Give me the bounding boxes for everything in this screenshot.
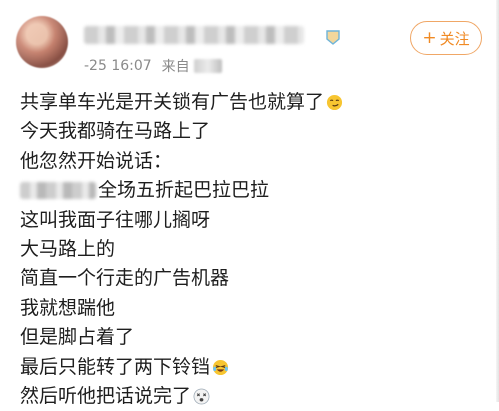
post-line-text: 但是脚占着了 bbox=[20, 326, 135, 349]
source-redacted bbox=[193, 59, 222, 73]
post-line: 共享单车光是开关锁有广告也就算了 bbox=[20, 88, 490, 117]
post-line: 然后听他把话说完了 bbox=[20, 382, 490, 411]
post-line-text: 他忽然开始说话： bbox=[20, 149, 173, 172]
follow-button-label: 关注 bbox=[439, 29, 470, 48]
post-line-text: 我就想踹他 bbox=[20, 296, 116, 319]
post-line: 但是脚占着了 bbox=[20, 323, 490, 352]
post-line-text: 大马路上的 bbox=[20, 237, 116, 260]
avatar[interactable] bbox=[16, 16, 68, 68]
post-line: 他忽然开始说话： bbox=[20, 147, 490, 176]
post-line-text: 共享单车光是开关锁有广告也就算了 bbox=[20, 91, 325, 113]
post-meta: -25 16:07 来自 bbox=[84, 56, 222, 76]
weibo-post: -25 16:07 来自 + 关注 共享单车光是开关锁有广告也就算了 今天我都骑… bbox=[0, 0, 499, 407]
post-line-text: 全场五折起巴拉巴拉 bbox=[98, 179, 270, 202]
post-line: 大马路上的 bbox=[20, 235, 490, 264]
plus-icon: + bbox=[422, 27, 437, 48]
follow-button[interactable]: + 关注 bbox=[410, 21, 482, 55]
redacted-text bbox=[20, 182, 96, 200]
username[interactable] bbox=[84, 24, 320, 46]
post-line-text: 然后听他把话说完了 bbox=[20, 384, 192, 407]
post-line-text: 这叫我面子往哪儿搁呀 bbox=[20, 208, 211, 231]
smirk-emoji bbox=[326, 95, 343, 111]
post-line: 最后只能转了两下铃铛 bbox=[20, 353, 490, 382]
dizzy-face-emoji bbox=[193, 388, 210, 405]
post-time: -25 16:07 bbox=[84, 58, 152, 74]
laugh-cry-emoji bbox=[212, 359, 229, 375]
post-line-text: 最后只能转了两下铃铛 bbox=[20, 355, 211, 378]
post-content: 共享单车光是开关锁有广告也就算了 今天我都骑在马路上了 他忽然开始说话： 全场五… bbox=[20, 88, 490, 411]
post-line: 今天我都骑在马路上了 bbox=[20, 117, 490, 146]
post-line: 全场五折起巴拉巴拉 bbox=[20, 176, 490, 205]
member-badge-icon bbox=[326, 30, 340, 45]
post-line-text: 今天我都骑在马路上了 bbox=[20, 120, 211, 143]
post-line: 这叫我面子往哪儿搁呀 bbox=[20, 206, 490, 235]
username-redacted bbox=[84, 26, 304, 44]
post-line: 我就想踹他 bbox=[20, 294, 490, 323]
source-label: 来自 bbox=[161, 59, 190, 75]
post-line: 简直一个行走的广告机器 bbox=[20, 264, 490, 293]
post-line-text: 简直一个行走的广告机器 bbox=[20, 267, 230, 290]
